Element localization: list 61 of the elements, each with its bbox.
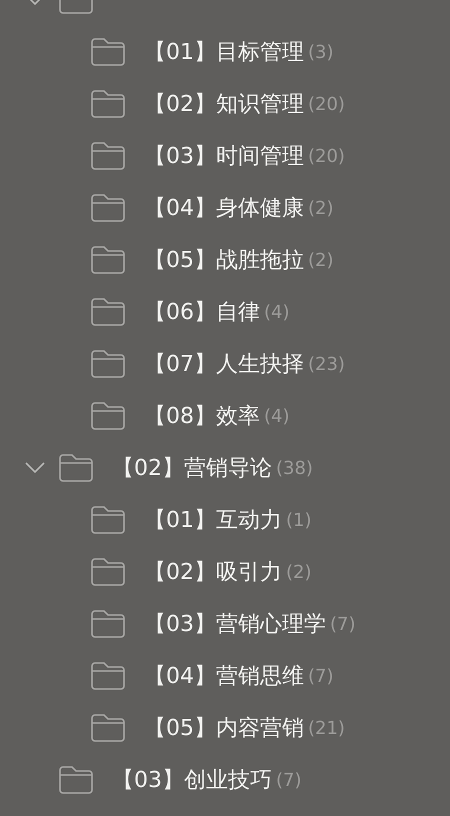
folder-icon: [58, 765, 94, 795]
item-count: (7): [276, 770, 302, 790]
folder-row[interactable]: 【05】内容营销 (21): [0, 702, 450, 754]
item-count: (4): [264, 302, 290, 322]
folder-icon: [90, 37, 126, 67]
folder-name: 【04】营销思维: [144, 663, 304, 691]
item-count: (23): [308, 354, 345, 374]
item-count: (20): [308, 94, 345, 114]
folder-row[interactable]: 【07】人生抉择 (23): [0, 338, 450, 390]
folder-row[interactable]: 【05】战胜拖拉 (2): [0, 234, 450, 286]
folder-row[interactable]: 【02】营销导论 (38): [0, 442, 450, 494]
folder-icon: [90, 141, 126, 171]
item-count: (7): [308, 666, 334, 686]
folder-icon: [90, 505, 126, 535]
item-count: (2): [308, 198, 334, 218]
folder-row[interactable]: 【03】营销心理学 (7): [0, 598, 450, 650]
item-count: (21): [308, 718, 345, 738]
folder-name: 【02】吸引力: [144, 559, 282, 587]
folder-row[interactable]: 【01】目标管理 (3): [0, 26, 450, 78]
folder-name: 【03】营销心理学: [144, 611, 326, 639]
folder-name: 【01】目标管理: [144, 39, 304, 67]
item-count: (3): [308, 42, 334, 62]
folder-row[interactable]: 【02】吸引力 (2): [0, 546, 450, 598]
item-count: (2): [308, 250, 334, 270]
item-count: (2): [286, 562, 312, 582]
folder-name: 【03】时间管理: [144, 143, 304, 171]
folder-row[interactable]: 【08】效率 (4): [0, 390, 450, 442]
folder-name: 【03】创业技巧: [112, 767, 272, 795]
item-count: (1): [286, 510, 312, 530]
folder-icon: [90, 713, 126, 743]
folder-name: 【04】身体健康: [144, 195, 304, 223]
folder-icon: [90, 245, 126, 275]
folder-icon: [90, 193, 126, 223]
folder-name: 【05】内容营销: [144, 715, 304, 743]
folder-row[interactable]: 【04】身体健康 (2): [0, 182, 450, 234]
item-count: (20): [308, 146, 345, 166]
folder-icon: [58, 453, 94, 483]
folder-row[interactable]: 【03】时间管理 (20): [0, 130, 450, 182]
folder-name: 【07】人生抉择: [144, 351, 304, 379]
folder-name: 【08】效率: [144, 403, 260, 431]
folder-icon: [90, 661, 126, 691]
folder-icon: [90, 609, 126, 639]
folder-row[interactable]: 【01】互动力 (1): [0, 494, 450, 546]
folder-icon: [90, 297, 126, 327]
folder-name: 【02】知识管理: [144, 91, 304, 119]
folder-row[interactable]: 【02】知识管理 (20): [0, 78, 450, 130]
folder-name: 【01】互动力: [144, 507, 282, 535]
folder-name: 【02】营销导论: [112, 455, 272, 483]
chevron-down-icon[interactable]: [24, 461, 46, 475]
item-count: (7): [330, 614, 356, 634]
folder-row[interactable]: 【06】自律 (4): [0, 286, 450, 338]
folder-name: 【05】战胜拖拉: [144, 247, 304, 275]
folder-icon: [90, 89, 126, 119]
item-count: (38): [276, 458, 313, 478]
folder-icon: [90, 557, 126, 587]
folder-icon: [90, 401, 126, 431]
folder-row[interactable]: 【03】创业技巧 (7): [0, 754, 450, 806]
folder-row[interactable]: 【04】营销思维 (7): [0, 650, 450, 702]
folder-icon: [90, 349, 126, 379]
item-count: (4): [264, 406, 290, 426]
folder-name: 【06】自律: [144, 299, 260, 327]
